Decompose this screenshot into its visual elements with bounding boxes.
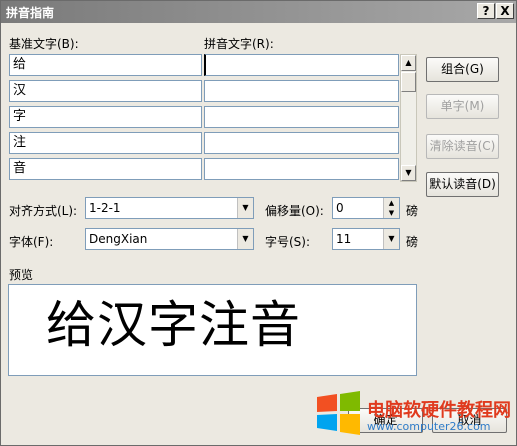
combine-button[interactable]: 组合(G) [426, 57, 499, 82]
alignment-label: 对齐方式(L): [9, 204, 78, 218]
size-unit: 磅 [406, 235, 419, 249]
size-select[interactable]: 11 ▼ [332, 228, 400, 250]
font-label: 字体(F): [9, 235, 54, 249]
pinyin-guide-dialog: 拼音指南 ? X 基准文字(B): 拼音文字(R): 给 汉 字 注 音 ▲ ▼… [0, 0, 517, 446]
single-char-button[interactable]: 单字(M) [426, 94, 499, 119]
offset-label: 偏移量(O): [265, 204, 324, 218]
size-value: 11 [336, 232, 352, 246]
font-value: DengXian [89, 232, 148, 246]
base-text-field[interactable]: 给 [9, 54, 202, 76]
pinyin-text-field[interactable] [204, 132, 399, 154]
title-bar: 拼音指南 ? X [1, 1, 516, 23]
base-text-label: 基准文字(B): [9, 37, 79, 51]
close-button[interactable]: X [496, 3, 514, 19]
font-select[interactable]: DengXian ▼ [85, 228, 254, 250]
offset-unit: 磅 [406, 204, 419, 218]
preview-box: 给汉字注音 [8, 284, 417, 376]
dialog-title: 拼音指南 [6, 6, 55, 20]
pinyin-text-field[interactable] [204, 158, 399, 180]
watermark-url: www.computer26.com [367, 420, 491, 433]
chevron-down-icon[interactable]: ▼ [237, 229, 253, 249]
chevron-down-icon[interactable]: ▼ [383, 229, 399, 249]
alignment-select[interactable]: 1-2-1 ▼ [85, 197, 254, 219]
default-reading-button[interactable]: 默认读音(D) [426, 172, 499, 197]
size-label: 字号(S): [265, 235, 311, 249]
watermark-title: 电脑软硬件教程网 [367, 400, 511, 421]
offset-spinner[interactable]: ▲ ▼ [383, 198, 399, 218]
grid-scrollbar[interactable]: ▲ ▼ [400, 54, 417, 182]
windows-logo-icon [317, 391, 360, 435]
offset-stepper[interactable]: 0 ▲ ▼ [332, 197, 400, 219]
pinyin-text-field[interactable] [204, 54, 399, 76]
pinyin-text-field[interactable] [204, 106, 399, 128]
scroll-up-icon[interactable]: ▲ [401, 55, 416, 71]
chevron-down-icon[interactable]: ▼ [237, 198, 253, 218]
base-text-field[interactable]: 汉 [9, 80, 202, 102]
pinyin-text-field[interactable] [204, 80, 399, 102]
preview-label: 预览 [9, 268, 34, 282]
base-text-field[interactable]: 字 [9, 106, 202, 128]
scroll-down-icon[interactable]: ▼ [401, 165, 416, 181]
offset-value: 0 [336, 201, 344, 215]
preview-text: 给汉字注音 [46, 296, 301, 354]
alignment-value: 1-2-1 [89, 201, 121, 215]
pinyin-text-label: 拼音文字(R): [204, 37, 274, 51]
spin-down-icon[interactable]: ▼ [384, 208, 399, 218]
scroll-thumb[interactable] [401, 72, 416, 92]
base-text-field[interactable]: 注 [9, 132, 202, 154]
clear-reading-button[interactable]: 清除读音(C) [426, 134, 499, 159]
spin-up-icon[interactable]: ▲ [384, 198, 399, 208]
help-button[interactable]: ? [477, 3, 495, 19]
base-text-field[interactable]: 音 [9, 158, 202, 180]
